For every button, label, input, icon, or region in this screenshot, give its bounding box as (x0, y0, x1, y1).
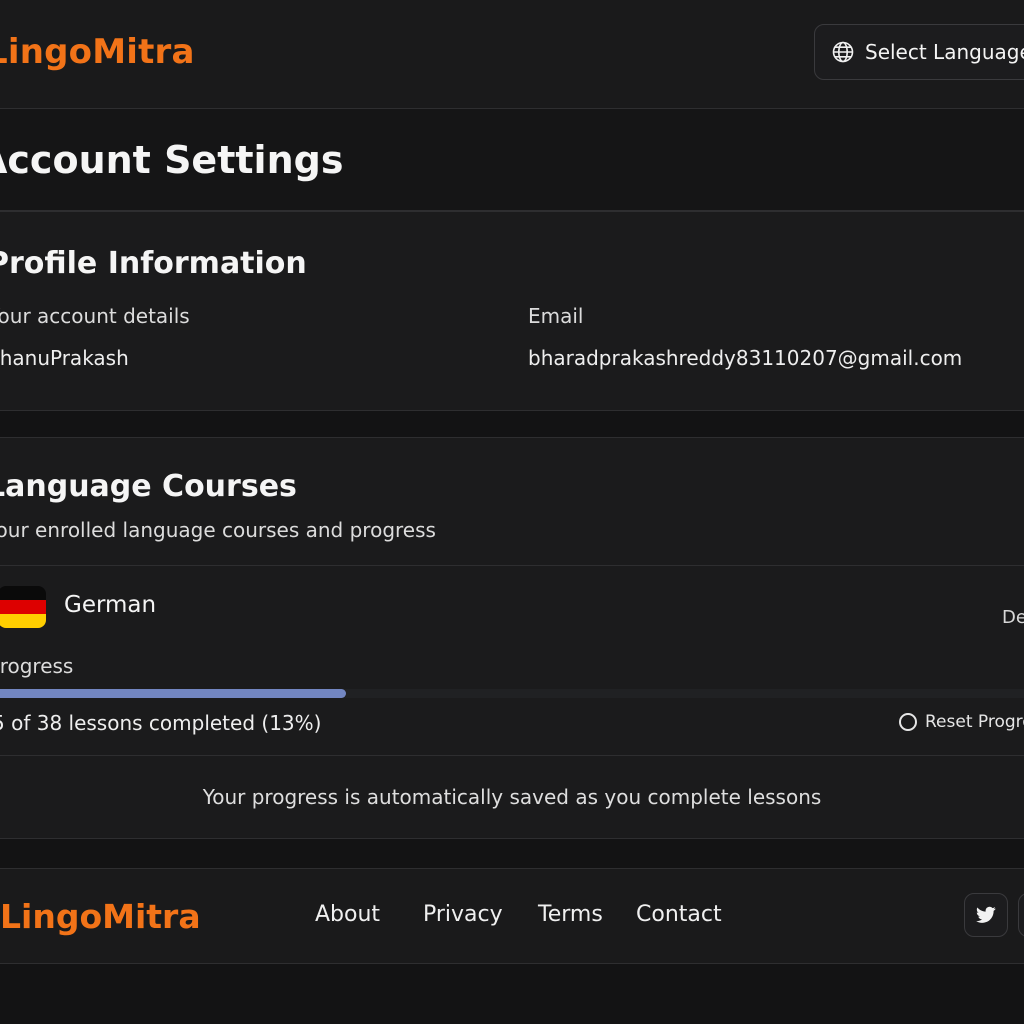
account-settings-page: LingoMitra Select Language Account Setti… (0, 0, 1024, 1024)
progress-label: Progress (0, 654, 74, 678)
progress-text: 5 of 38 lessons completed (13%) (0, 711, 322, 735)
courses-section-title: Language Courses (0, 469, 297, 504)
german-flag-icon (0, 586, 46, 628)
course-level: Default (1002, 607, 1024, 628)
page-title: Account Settings (0, 138, 344, 182)
reset-progress-label: Reset Progress (925, 712, 1024, 732)
footer-link-terms[interactable]: Terms (538, 902, 603, 927)
globe-icon (832, 41, 854, 63)
progress-bar-fill (0, 689, 347, 698)
email-value: bharadprakashreddy83110207@gmail.com (528, 346, 963, 370)
autosave-divider (0, 755, 1024, 756)
flag-stripe-gold (0, 614, 46, 628)
social-button-partial[interactable] (1018, 893, 1024, 937)
courses-divider (0, 565, 1024, 566)
brand-logo[interactable]: LingoMitra (0, 32, 195, 72)
email-label: Email (528, 304, 584, 328)
footer-link-contact[interactable]: Contact (636, 902, 722, 927)
flag-stripe-black (0, 586, 46, 600)
autosave-note: Your progress is automatically saved as … (202, 785, 822, 809)
courses-section-subtitle: Your enrolled language courses and progr… (0, 518, 436, 542)
profile-section-title: Profile Information (0, 246, 307, 281)
language-select-label: Select Language (865, 40, 1024, 64)
reset-circle-icon (899, 713, 917, 731)
course-language-name: German (64, 592, 157, 618)
progress-bar (0, 689, 1024, 698)
twitter-button[interactable] (964, 893, 1008, 937)
profile-section-subtitle: Your account details (0, 304, 190, 328)
flag-stripe-red (0, 600, 46, 614)
footer-link-privacy[interactable]: Privacy (423, 902, 503, 927)
profile-username: BhanuPrakash (0, 346, 129, 370)
footer-brand-logo[interactable]: LingoMitra (0, 897, 201, 936)
footer-link-about[interactable]: About (315, 902, 380, 927)
reset-progress-button[interactable]: Reset Progress (899, 712, 1024, 732)
language-select-button[interactable]: Select Language (814, 24, 1024, 80)
twitter-icon (976, 906, 996, 923)
